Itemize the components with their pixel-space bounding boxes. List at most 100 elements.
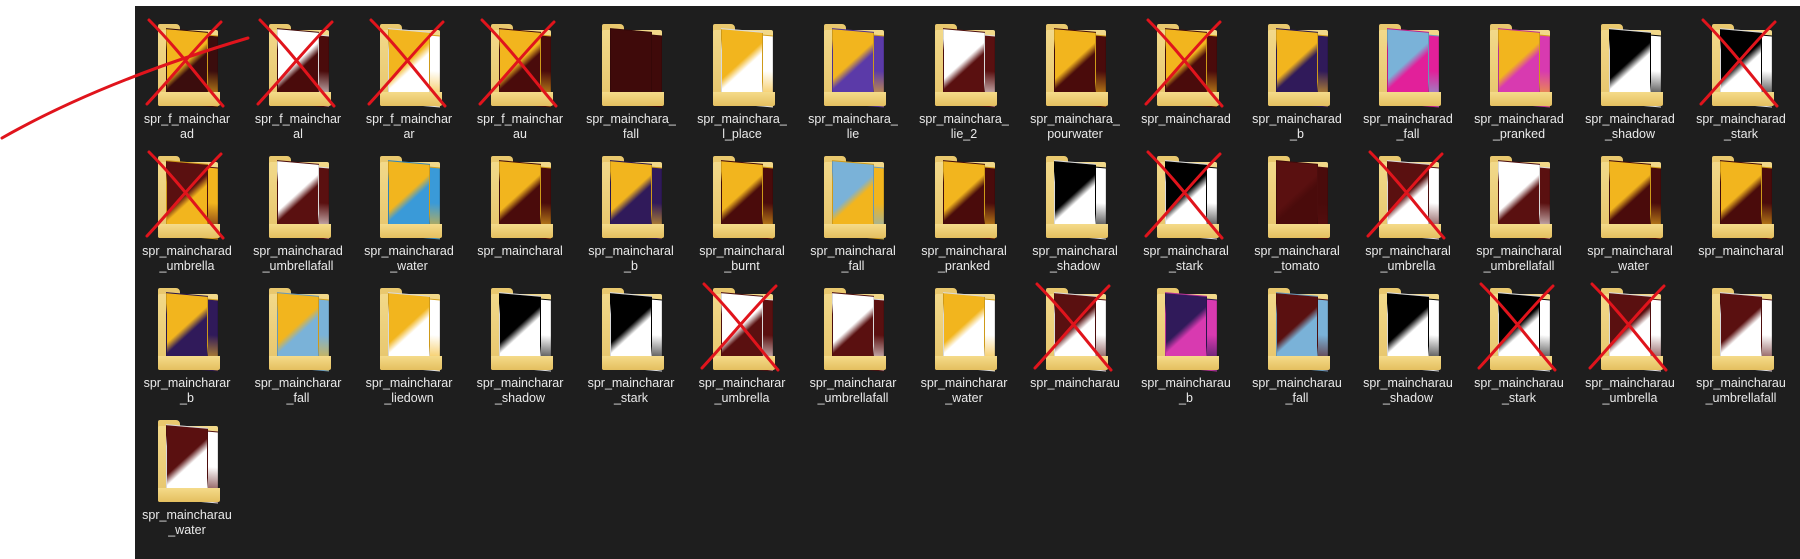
folder-item[interactable]: spr_maincharau _b bbox=[1132, 272, 1240, 405]
folder-icon bbox=[824, 22, 886, 108]
folder-item[interactable]: spr_maincharau _stark bbox=[1465, 272, 1573, 405]
folder-item[interactable]: spr_mainchara_ lie_2 bbox=[910, 8, 1018, 141]
folder-label: spr_maincharad _stark bbox=[1696, 112, 1786, 141]
folder-item[interactable]: spr_maincharad bbox=[1132, 8, 1240, 136]
folder-icon bbox=[602, 22, 664, 108]
folder-label: spr_maincharau _stark bbox=[1474, 376, 1564, 405]
folder-label: spr_maincharal _umbrellafall bbox=[1476, 244, 1562, 273]
folder-item[interactable]: spr_maincharau bbox=[1021, 272, 1129, 400]
folder-item[interactable]: spr_mainchara_ lie bbox=[799, 8, 907, 141]
folder-item[interactable]: spr_maincharar _stark bbox=[577, 272, 685, 405]
folder-icon bbox=[935, 286, 997, 372]
folder-label: spr_maincharal bbox=[1698, 244, 1784, 258]
folder-item[interactable]: spr_maincharau _umbrella bbox=[1576, 272, 1684, 405]
folder-label: spr_maincharar _water bbox=[920, 376, 1008, 405]
folder-icon bbox=[824, 154, 886, 240]
folder-label: spr_maincharal _shadow bbox=[1032, 244, 1118, 273]
folder-item[interactable]: spr_maincharal _pranked bbox=[910, 140, 1018, 273]
folder-item[interactable]: spr_maincharad _water bbox=[355, 140, 463, 273]
folder-item[interactable]: spr_maincharal _shadow bbox=[1021, 140, 1129, 273]
folder-item[interactable]: spr_maincharau _fall bbox=[1243, 272, 1351, 405]
folder-label: spr_maincharau _umbrellafall bbox=[1696, 376, 1786, 405]
folder-icon bbox=[1268, 286, 1330, 372]
folder-item[interactable]: spr_maincharal _umbrellafall bbox=[1465, 140, 1573, 273]
folder-item[interactable]: spr_f_mainchar au bbox=[466, 8, 574, 141]
folder-item[interactable]: spr_maincharar _b bbox=[135, 272, 241, 405]
folder-item[interactable]: spr_maincharar _water bbox=[910, 272, 1018, 405]
folder-icon bbox=[1379, 286, 1441, 372]
folder-icon bbox=[824, 286, 886, 372]
folder-icon bbox=[1157, 22, 1219, 108]
folder-label: spr_maincharad bbox=[1141, 112, 1231, 126]
folder-item[interactable]: spr_maincharar _liedown bbox=[355, 272, 463, 405]
folder-icon bbox=[1490, 154, 1552, 240]
folder-label: spr_mainchara_ lie bbox=[808, 112, 898, 141]
folder-label: spr_f_mainchar al bbox=[254, 112, 342, 141]
folder-item[interactable]: spr_maincharad _fall bbox=[1354, 8, 1462, 141]
folder-label: spr_maincharad _pranked bbox=[1474, 112, 1564, 141]
folder-icon bbox=[1601, 286, 1663, 372]
folder-icon bbox=[1712, 154, 1774, 240]
folder-label: spr_maincharal _pranked bbox=[921, 244, 1007, 273]
folder-icon bbox=[269, 22, 331, 108]
folder-icon bbox=[713, 154, 775, 240]
folder-label: spr_maincharar _umbrella bbox=[698, 376, 786, 405]
folder-label: spr_maincharar _umbrellafall bbox=[809, 376, 897, 405]
folder-label: spr_maincharad _water bbox=[364, 244, 454, 273]
folder-icon bbox=[491, 154, 553, 240]
folder-icon bbox=[491, 286, 553, 372]
folder-icon bbox=[1379, 154, 1441, 240]
folder-item[interactable]: spr_mainchara_ l_place bbox=[688, 8, 796, 141]
folder-item[interactable]: spr_maincharal _fall bbox=[799, 140, 907, 273]
folder-icon bbox=[602, 154, 664, 240]
folder-label: spr_mainchara_ lie_2 bbox=[919, 112, 1009, 141]
folder-item[interactable]: spr_maincharal bbox=[1687, 140, 1795, 268]
folder-icon bbox=[158, 22, 220, 108]
folder-item[interactable]: spr_maincharal _burnt bbox=[688, 140, 796, 273]
folder-item[interactable]: spr_maincharar _umbrella bbox=[688, 272, 796, 405]
folder-icon bbox=[269, 286, 331, 372]
folder-item[interactable]: spr_maincharar _umbrellafall bbox=[799, 272, 907, 405]
folder-icon bbox=[1490, 22, 1552, 108]
folder-item[interactable]: spr_maincharau _shadow bbox=[1354, 272, 1462, 405]
folder-item[interactable]: spr_maincharal _umbrella bbox=[1354, 140, 1462, 273]
folder-item[interactable]: spr_mainchara_ pourwater bbox=[1021, 8, 1129, 141]
folder-label: spr_maincharal _b bbox=[588, 244, 674, 273]
folder-item[interactable]: spr_maincharal _water bbox=[1576, 140, 1684, 273]
folder-item[interactable]: spr_maincharar _shadow bbox=[466, 272, 574, 405]
folder-item[interactable]: spr_mainchara_ fall bbox=[577, 8, 685, 141]
folder-item[interactable]: spr_maincharad _stark bbox=[1687, 8, 1795, 141]
folder-icon bbox=[713, 286, 775, 372]
folder-item[interactable]: spr_maincharal _tomato bbox=[1243, 140, 1351, 273]
folder-icon bbox=[1046, 286, 1108, 372]
folder-item[interactable]: spr_maincharar _fall bbox=[244, 272, 352, 405]
folder-item[interactable]: spr_maincharal _stark bbox=[1132, 140, 1240, 273]
folder-label: spr_mainchara_ fall bbox=[586, 112, 676, 141]
folder-item[interactable]: spr_maincharad _b bbox=[1243, 8, 1351, 141]
folder-item[interactable]: spr_maincharau _umbrellafall bbox=[1687, 272, 1795, 405]
folder-icon bbox=[1712, 286, 1774, 372]
folder-item[interactable]: spr_f_mainchar al bbox=[244, 8, 352, 141]
folder-item[interactable]: spr_maincharad _shadow bbox=[1576, 8, 1684, 141]
folder-label: spr_maincharar _shadow bbox=[476, 376, 564, 405]
folder-icon bbox=[935, 154, 997, 240]
folder-icon bbox=[935, 22, 997, 108]
folder-label: spr_f_mainchar ad bbox=[143, 112, 231, 141]
folder-item[interactable]: spr_maincharad _umbrella bbox=[135, 140, 241, 273]
folder-label: spr_maincharau bbox=[1030, 376, 1120, 390]
folder-icon bbox=[158, 154, 220, 240]
folder-icon bbox=[1046, 22, 1108, 108]
folder-label: spr_maincharal _water bbox=[1587, 244, 1673, 273]
folder-icon bbox=[1601, 154, 1663, 240]
folder-item[interactable]: spr_f_mainchar ad bbox=[135, 8, 241, 141]
folder-item[interactable]: spr_f_mainchar ar bbox=[355, 8, 463, 141]
folder-icon bbox=[158, 286, 220, 372]
folder-item[interactable]: spr_maincharal _b bbox=[577, 140, 685, 273]
folder-item[interactable]: spr_maincharau _water bbox=[135, 404, 241, 537]
folder-icon bbox=[380, 286, 442, 372]
folder-label: spr_maincharal bbox=[477, 244, 563, 258]
folder-item[interactable]: spr_maincharal bbox=[466, 140, 574, 268]
folder-label: spr_mainchara_ l_place bbox=[697, 112, 787, 141]
folder-item[interactable]: spr_maincharad _umbrellafall bbox=[244, 140, 352, 273]
folder-item[interactable]: spr_maincharad _pranked bbox=[1465, 8, 1573, 141]
